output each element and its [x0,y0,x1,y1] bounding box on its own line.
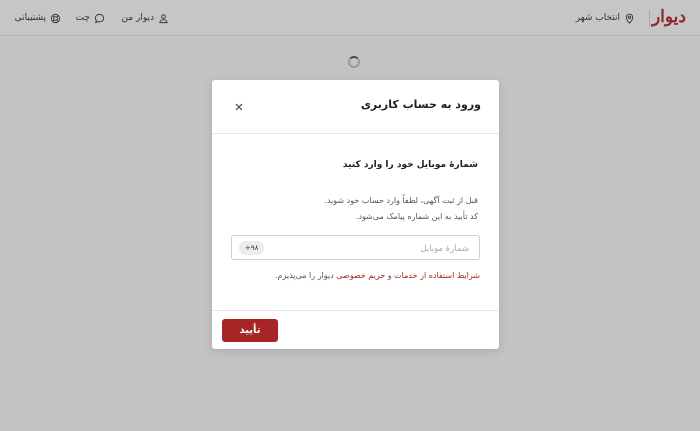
close-icon [235,103,243,111]
my-divar-link[interactable]: دیوار من [121,11,169,25]
city-selector-label: انتخاب شهر [575,13,620,23]
lifebuoy-icon [50,13,61,23]
dialog-header: ورود به حساب کاربری [212,80,499,134]
phone-field: +۹۸ [231,235,480,261]
support-link[interactable]: پشتیبانی [15,11,61,25]
confirm-button[interactable]: تأیید [222,319,278,342]
terms-of-service-link[interactable]: شرایط استفاده از خدمات [394,271,480,280]
privacy-policy-link[interactable]: حریم خصوصی [336,271,385,280]
country-code-badge: +۹۸ [239,241,265,255]
close-button[interactable] [233,101,245,113]
terms-suffix: دیوار را می‌پذیرم. [275,271,337,280]
header-divider [649,10,650,27]
dialog-footer: تأیید [212,310,499,349]
chat-bubble-icon [94,13,105,23]
top-navigation-bar: دیوار انتخاب شهر دیوار من چت پشتیبانی [0,0,700,36]
terms-conjunction: و [385,271,395,280]
chat-label: چت [75,13,90,23]
description-line-1: قبل از ثبت آگهی، لطفاً وارد حساب خود شوی… [324,196,478,205]
city-selector[interactable]: انتخاب شهر [576,11,635,25]
dialog-title: ورود به حساب کاربری [360,98,481,111]
location-pin-icon [625,13,634,24]
divar-logo[interactable]: دیوار [652,7,686,27]
support-label: پشتیبانی [14,13,46,23]
chat-link[interactable]: چت [76,11,105,25]
terms-agreement: شرایط استفاده از خدمات و حریم خصوصی دیوا… [275,271,480,280]
phone-heading: شمارهٔ موبایل خود را وارد کنید [342,160,478,170]
description-line-2: کد تأیید به این شماره پیامک می‌شود. [355,212,478,221]
phone-number-input[interactable] [287,236,471,261]
spinner-icon [348,56,360,68]
login-dialog: ورود به حساب کاربری شمارهٔ موبایل خود را… [212,80,499,349]
user-icon [159,13,168,23]
my-divar-label: دیوار من [121,13,154,23]
